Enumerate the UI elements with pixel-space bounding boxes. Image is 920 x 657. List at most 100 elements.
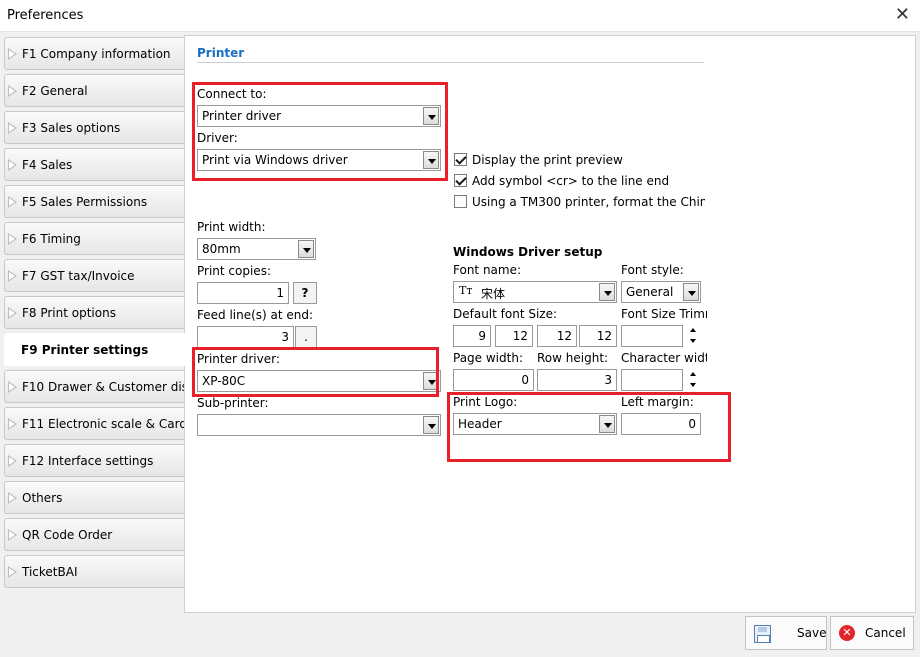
print-width-label: Print width:	[197, 220, 266, 234]
sub-printer-select[interactable]	[197, 414, 441, 436]
tab-sales-permissions[interactable]: F5 Sales Permissions	[4, 185, 185, 218]
font-size-trim-spinner[interactable]	[688, 325, 698, 347]
display-preview-checkbox[interactable]	[454, 153, 467, 166]
row-height-input[interactable]: 3	[537, 369, 617, 391]
tab-label: F7 GST tax/Invoice	[22, 269, 135, 283]
print-width-value: 80mm	[202, 242, 241, 256]
tm300-checkbox[interactable]	[454, 195, 467, 208]
default-font-size-label: Default font Size:	[453, 307, 558, 321]
tab-arrow-icon	[8, 529, 17, 541]
tab-interface-settings[interactable]: F12 Interface settings	[4, 444, 185, 477]
tab-arrow-icon	[8, 159, 17, 171]
font-size-input-3[interactable]: 12	[537, 325, 577, 347]
tab-electronic-scale-card-reader[interactable]: F11 Electronic scale & Card reader	[4, 407, 185, 440]
tab-general[interactable]: F2 General	[4, 74, 185, 107]
tab-arrow-icon	[8, 233, 17, 245]
printer-settings-panel: Printer Connect to: Printer driver Drive…	[184, 35, 916, 613]
chevron-down-icon[interactable]	[599, 283, 615, 301]
save-button[interactable]: Save	[745, 616, 827, 650]
tm300-label: Using a TM300 printer, format the Chines…	[472, 195, 705, 209]
character-width-spinner[interactable]	[688, 369, 698, 391]
highlight-box-logo	[447, 392, 731, 462]
cancel-icon: ✕	[839, 625, 855, 641]
tab-drawer-customer-display[interactable]: F10 Drawer & Customer display	[4, 370, 185, 403]
page-width-input[interactable]: 0	[453, 369, 534, 391]
print-copies-input[interactable]: 1	[197, 282, 289, 304]
print-width-select[interactable]: 80mm	[197, 238, 316, 260]
tab-others[interactable]: Others	[4, 481, 185, 514]
save-button-label: Save	[797, 626, 827, 640]
chevron-down-icon[interactable]	[423, 416, 439, 434]
tab-timing[interactable]: F6 Timing	[4, 222, 185, 255]
tab-company-information[interactable]: F1 Company information	[4, 37, 185, 70]
tab-arrow-icon	[8, 48, 17, 60]
sub-printer-label: Sub-printer:	[197, 396, 269, 410]
font-name-label: Font name:	[453, 263, 522, 277]
tab-arrow-icon	[8, 418, 17, 430]
windows-driver-title: Windows Driver setup	[453, 245, 603, 259]
tab-label: F3 Sales options	[22, 121, 121, 135]
font-size-input-4[interactable]: 12	[579, 325, 617, 347]
spin-up-icon[interactable]	[690, 328, 696, 332]
display-preview-label: Display the print preview	[472, 153, 623, 167]
chevron-down-icon[interactable]	[298, 240, 314, 258]
tab-label: F10 Drawer & Customer display	[22, 380, 185, 394]
highlight-box-printer-driver	[192, 347, 439, 397]
font-size-input-2[interactable]: 12	[495, 325, 533, 347]
tab-ticketbai[interactable]: TicketBAI	[4, 555, 185, 588]
print-copies-label: Print copies:	[197, 264, 271, 278]
row-height-label: Row height:	[537, 351, 609, 365]
tab-sales-options[interactable]: F3 Sales options	[4, 111, 185, 144]
tab-arrow-icon	[8, 566, 17, 578]
font-name-select[interactable]: Tᴛ 宋体	[453, 281, 617, 303]
tab-arrow-icon	[8, 122, 17, 134]
tab-arrow-icon	[8, 381, 17, 393]
tab-arrow-icon	[8, 196, 17, 208]
font-style-value: General	[626, 285, 674, 299]
help-button[interactable]: ?	[293, 282, 317, 304]
feed-lines-dot-button[interactable]: .	[295, 326, 317, 348]
font-size-input-1[interactable]: 9	[453, 325, 491, 347]
cancel-button[interactable]: ✕ Cancel	[830, 616, 914, 650]
tab-gst-tax-invoice[interactable]: F7 GST tax/Invoice	[4, 259, 185, 292]
cancel-button-label: Cancel	[865, 626, 906, 640]
tab-print-options[interactable]: F8 Print options	[4, 296, 185, 329]
character-width-input[interactable]	[621, 369, 683, 391]
tab-sales[interactable]: F4 Sales	[4, 148, 185, 181]
font-size-trim-input[interactable]	[621, 325, 683, 347]
page-width-label: Page width:	[453, 351, 523, 365]
tab-label: TicketBAI	[22, 565, 78, 579]
window-title: Preferences	[7, 8, 84, 23]
section-title-printer: Printer	[197, 46, 245, 60]
tab-label: F12 Interface settings	[22, 454, 154, 468]
font-size-trim-label: Font Size Trimm	[621, 307, 707, 321]
close-icon[interactable]: ✕	[895, 4, 910, 25]
truetype-font-icon: Tᴛ	[459, 284, 473, 297]
tab-arrow-icon	[8, 455, 17, 467]
feed-lines-input[interactable]: 3	[197, 326, 294, 348]
tab-arrow-icon	[8, 307, 17, 319]
tab-arrow-icon	[8, 85, 17, 97]
character-width-label: Character width	[621, 351, 707, 365]
preferences-window: F1 Company information F2 General F3 Sal…	[0, 32, 920, 657]
section-divider	[197, 62, 704, 63]
highlight-box-connection	[192, 82, 448, 181]
chevron-down-icon[interactable]	[683, 283, 699, 301]
tab-label: F4 Sales	[22, 158, 73, 172]
tab-label: F9 Printer settings	[21, 343, 149, 357]
spin-down-icon[interactable]	[690, 383, 696, 387]
font-style-select[interactable]: General	[621, 281, 701, 303]
font-name-value: 宋体	[481, 287, 506, 301]
tab-arrow-icon	[8, 492, 17, 504]
spin-down-icon[interactable]	[690, 339, 696, 343]
tab-qr-code-order[interactable]: QR Code Order	[4, 518, 185, 551]
spin-up-icon[interactable]	[690, 372, 696, 376]
tab-printer-settings[interactable]: F9 Printer settings	[4, 333, 186, 366]
tab-label: F11 Electronic scale & Card reader	[22, 417, 185, 431]
tab-label: F8 Print options	[22, 306, 116, 320]
tab-label: F5 Sales Permissions	[22, 195, 148, 209]
tab-label: Others	[22, 491, 63, 505]
font-style-label: Font style:	[621, 263, 684, 277]
add-symbol-checkbox[interactable]	[454, 174, 467, 187]
tab-label: F2 General	[22, 84, 88, 98]
